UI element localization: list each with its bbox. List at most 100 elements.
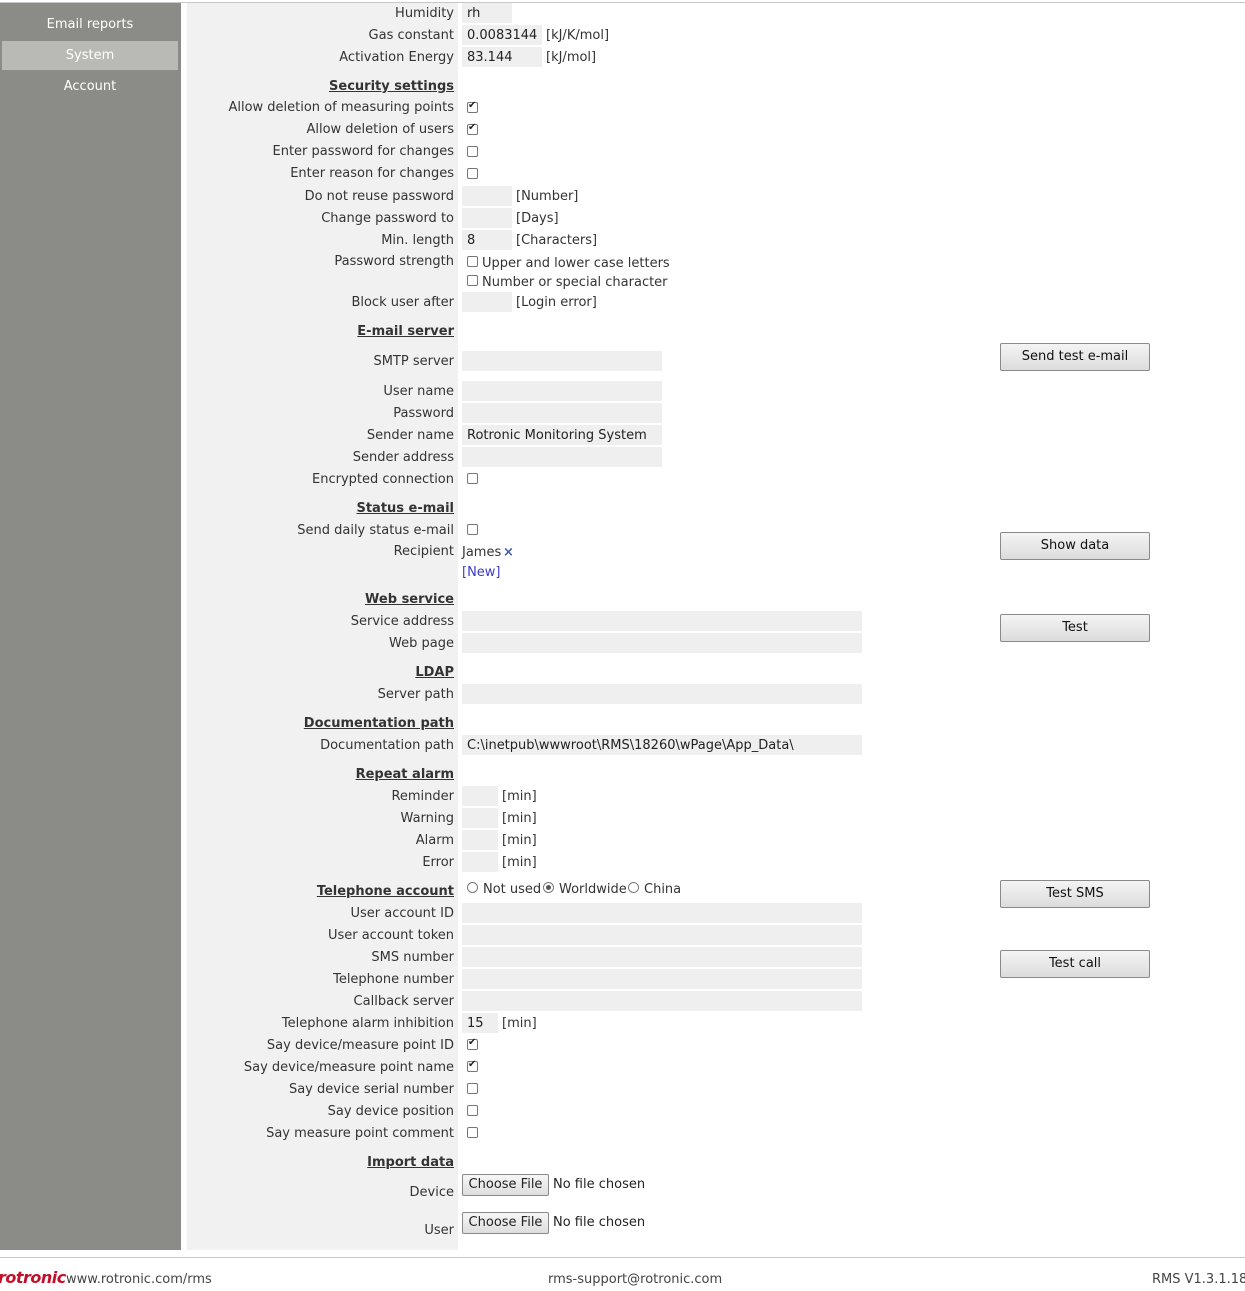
strength-case-checkbox[interactable] <box>467 256 478 267</box>
tel-number-input[interactable] <box>462 969 862 989</box>
alarm-unit: [min] <box>502 833 537 848</box>
error-label: Error <box>422 855 454 870</box>
error-input[interactable] <box>462 852 498 872</box>
status-email-heading: Status e-mail <box>356 501 454 516</box>
say-comment-label: Say measure point comment <box>266 1126 454 1141</box>
smtp-input[interactable] <box>462 351 662 371</box>
error-unit: [min] <box>502 855 537 870</box>
activation-energy-input[interactable] <box>462 47 542 67</box>
sidebar-item-email-reports[interactable]: Email reports <box>2 10 178 39</box>
humidity-input[interactable] <box>462 3 512 23</box>
footer-version: RMS V1.3.1.1826 <box>1152 1272 1245 1287</box>
password-for-changes-checkbox[interactable] <box>467 146 478 157</box>
no-reuse-unit: [Number] <box>516 189 579 204</box>
footer-website-link[interactable]: www.rotronic.com/rms <box>66 1272 212 1287</box>
reminder-input[interactable] <box>462 786 498 806</box>
inhibition-label: Telephone alarm inhibition <box>281 1016 454 1031</box>
sender-address-input[interactable] <box>462 447 662 467</box>
say-name-label: Say device/measure point name <box>243 1060 454 1075</box>
say-id-label: Say device/measure point ID <box>266 1038 454 1053</box>
block-user-unit: [Login error] <box>516 295 597 310</box>
server-path-label: Server path <box>377 687 454 702</box>
user-name-input[interactable] <box>462 381 662 401</box>
say-serial-label: Say device serial number <box>288 1082 454 1097</box>
block-user-input[interactable] <box>462 292 512 312</box>
say-id-checkbox[interactable] <box>467 1037 478 1050</box>
new-recipient-link[interactable]: [New] <box>462 565 501 580</box>
gas-constant-input[interactable] <box>462 25 542 45</box>
gas-constant-label: Gas constant <box>368 28 454 43</box>
service-address-input[interactable] <box>462 611 862 631</box>
web-page-input[interactable] <box>462 633 862 653</box>
import-user-label: User <box>424 1223 454 1238</box>
reason-for-changes-checkbox[interactable] <box>467 168 478 179</box>
min-length-input[interactable] <box>462 230 512 250</box>
activation-energy-label: Activation Energy <box>339 50 454 65</box>
strength-case-label: Upper and lower case letters <box>482 256 670 271</box>
reason-for-changes-label: Enter reason for changes <box>290 166 454 181</box>
radio-china[interactable] <box>628 882 639 893</box>
footer-support-email[interactable]: rms-support@rotronic.com <box>548 1272 722 1287</box>
sidebar-item-account[interactable]: Account <box>2 72 178 101</box>
say-serial-checkbox[interactable] <box>467 1083 478 1094</box>
test-call-button[interactable]: Test call <box>1000 950 1150 978</box>
password-strength-label: Password strength <box>334 254 454 269</box>
callback-input[interactable] <box>462 991 862 1011</box>
password-for-changes-label: Enter password for changes <box>272 144 455 159</box>
sms-number-input[interactable] <box>462 947 862 967</box>
sender-address-label: Sender address <box>352 450 454 465</box>
activation-energy-unit: [kJ/mol] <box>546 50 597 65</box>
say-name-checkbox[interactable] <box>467 1059 478 1072</box>
no-reuse-input[interactable] <box>462 186 512 206</box>
user-file-status: No file chosen <box>553 1215 646 1230</box>
radio-worldwide-label: Worldwide <box>559 882 627 897</box>
allow-delete-points-checkbox[interactable] <box>467 100 478 113</box>
account-id-label: User account ID <box>350 906 454 921</box>
recipient-label: Recipient <box>393 544 454 559</box>
server-path-input[interactable] <box>462 684 862 704</box>
sidebar: Email reports System Account <box>0 3 181 1250</box>
alarm-input[interactable] <box>462 830 498 850</box>
ldap-heading: LDAP <box>415 665 454 680</box>
daily-status-label: Send daily status e-mail <box>297 523 454 538</box>
telephone-heading: Telephone account <box>316 884 454 899</box>
inhibition-input[interactable] <box>462 1013 498 1033</box>
web-page-label: Web page <box>389 636 454 651</box>
encrypted-label: Encrypted connection <box>312 472 454 487</box>
min-length-label: Min. length <box>381 233 454 248</box>
daily-status-checkbox[interactable] <box>467 524 478 535</box>
say-position-checkbox[interactable] <box>467 1105 478 1116</box>
smtp-label: SMTP server <box>373 354 454 369</box>
sender-name-input[interactable] <box>462 425 662 445</box>
change-password-input[interactable] <box>462 208 512 228</box>
reminder-label: Reminder <box>391 789 454 804</box>
block-user-label: Block user after <box>351 295 454 310</box>
footer-border <box>0 1257 1245 1258</box>
account-id-input[interactable] <box>462 903 862 923</box>
remove-recipient-icon[interactable]: × <box>503 545 514 560</box>
account-token-input[interactable] <box>462 925 862 945</box>
warning-input[interactable] <box>462 808 498 828</box>
device-choose-file-button[interactable]: Choose File <box>462 1174 549 1196</box>
user-choose-file-button[interactable]: Choose File <box>462 1212 549 1234</box>
show-data-button[interactable]: Show data <box>1000 532 1150 560</box>
encrypted-checkbox[interactable] <box>467 473 478 484</box>
radio-not-used[interactable] <box>467 882 478 893</box>
web-service-test-button[interactable]: Test <box>1000 614 1150 642</box>
allow-delete-users-checkbox[interactable] <box>467 122 478 135</box>
strength-number-checkbox[interactable] <box>467 275 478 286</box>
sidebar-item-system[interactable]: System <box>2 41 178 70</box>
documentation-path-input[interactable] <box>462 735 862 755</box>
device-file-status: No file chosen <box>553 1177 646 1192</box>
warning-label: Warning <box>400 811 454 826</box>
send-test-email-button[interactable]: Send test e-mail <box>1000 343 1150 371</box>
strength-number-label: Number or special character <box>482 275 668 290</box>
say-comment-checkbox[interactable] <box>467 1127 478 1138</box>
rotronic-logo: rotronic <box>0 1268 66 1287</box>
password-input[interactable] <box>462 403 662 423</box>
documentation-heading: Documentation path <box>303 716 454 731</box>
documentation-path-label: Documentation path <box>320 738 454 753</box>
gas-constant-unit: [kJ/K/mol] <box>546 28 610 43</box>
test-sms-button[interactable]: Test SMS <box>1000 880 1150 908</box>
radio-worldwide[interactable] <box>543 882 554 893</box>
